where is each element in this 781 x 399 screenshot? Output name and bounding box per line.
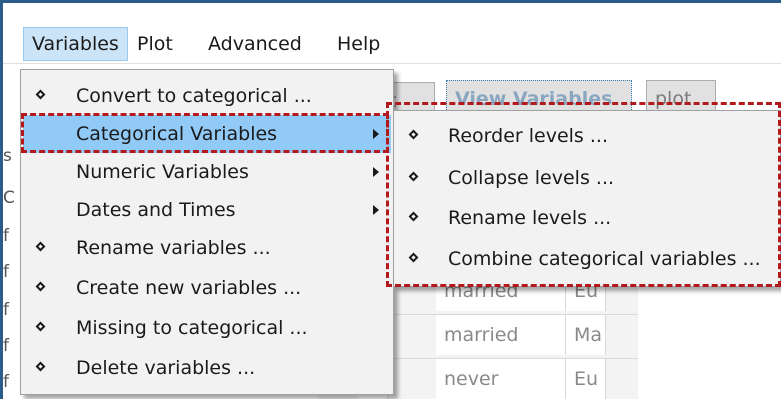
diamond-icon (35, 281, 46, 292)
left-stub: f (3, 336, 9, 356)
diamond-icon (35, 241, 46, 252)
menu-item-label: Combine categorical variables ... (448, 248, 761, 270)
left-stub: C (3, 188, 15, 208)
diamond-icon (408, 171, 419, 182)
left-stub: f (3, 372, 9, 392)
menu-item-combine-categorical-variables[interactable]: Combine categorical variables ... (396, 240, 778, 278)
menu-item-create-new-variables[interactable]: Create new variables ... (23, 269, 391, 307)
menu-item-label: Collapse levels ... (448, 167, 615, 189)
menu-help[interactable]: Help (329, 27, 388, 61)
menu-item-label: Dates and Times (76, 199, 236, 221)
grid-cell[interactable]: married (436, 315, 566, 355)
diamond-icon (35, 361, 46, 372)
categorical-submenu: Reorder levels ... Collapse levels ... R… (393, 110, 781, 287)
menu-item-dates-and-times[interactable]: Dates and Times (23, 191, 391, 229)
menu-item-collapse-levels[interactable]: Collapse levels ... (396, 159, 778, 197)
menu-item-convert-to-categorical[interactable]: Convert to categorical ... (23, 77, 391, 115)
submenu-arrow-icon (373, 167, 379, 177)
menu-advanced[interactable]: Advanced (200, 27, 310, 61)
submenu-arrow-icon (373, 129, 379, 139)
left-stub: f (3, 262, 9, 282)
submenu-arrow-icon (373, 205, 379, 215)
menu-plot[interactable]: Plot (129, 27, 181, 61)
grid-cell[interactable]: Eu (566, 359, 606, 399)
grid-cell[interactable]: never (436, 359, 566, 399)
menu-item-label: Numeric Variables (76, 161, 249, 183)
menu-item-numeric-variables[interactable]: Numeric Variables (23, 153, 391, 191)
diamond-icon (408, 211, 419, 222)
view-variables-label: View Variables (455, 88, 613, 110)
diamond-icon (35, 321, 46, 332)
menu-item-reorder-levels[interactable]: Reorder levels ... (396, 117, 778, 155)
grid-cell[interactable]: Ma (566, 315, 606, 355)
menu-item-label: Convert to categorical ... (76, 85, 312, 107)
diamond-icon (408, 129, 419, 140)
menu-item-label: Categorical Variables (76, 123, 278, 145)
menu-item-rename-levels[interactable]: Rename levels ... (396, 199, 778, 237)
menu-item-label: Rename levels ... (448, 207, 612, 229)
plot-button-label: plot (655, 88, 692, 110)
menu-item-label: Rename variables ... (76, 237, 271, 259)
menu-item-label: Missing to categorical ... (76, 317, 308, 339)
left-stub: s (3, 146, 12, 166)
menu-item-missing-to-categorical[interactable]: Missing to categorical ... (23, 309, 391, 347)
menu-variables[interactable]: Variables (23, 27, 128, 61)
variables-menu: Convert to categorical ... Categorical V… (20, 69, 394, 395)
left-stub: f (3, 300, 9, 320)
menu-bar: Variables Plot Advanced Help (3, 3, 781, 64)
menu-item-label: Delete variables ... (76, 357, 256, 379)
diamond-icon (35, 89, 46, 100)
menu-item-rename-variables[interactable]: Rename variables ... (23, 229, 391, 267)
menu-item-label: Reorder levels ... (448, 125, 608, 147)
menu-item-delete-variables[interactable]: Delete variables ... (23, 349, 391, 387)
diamond-icon (408, 252, 419, 263)
left-stub: f (3, 226, 9, 246)
menu-item-label: Create new variables ... (76, 277, 302, 299)
menu-item-categorical-variables[interactable]: Categorical Variables (23, 115, 391, 153)
